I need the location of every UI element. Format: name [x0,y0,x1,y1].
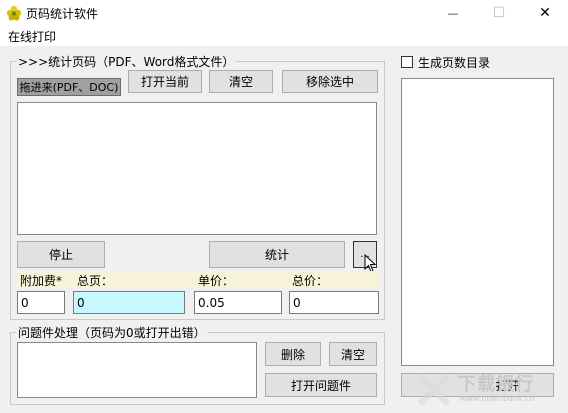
delete-button[interactable]: 删除 [265,342,321,366]
toc-list[interactable] [401,78,554,366]
maximize-icon: ☐ [492,5,506,21]
count-button[interactable]: 统计 [209,241,345,268]
file-list[interactable] [17,102,377,235]
toc-checkbox-label: 生成页数目录 [418,56,491,70]
total-pages-input[interactable] [73,291,185,314]
unit-price-label: 单价： [198,274,235,288]
total-price-input[interactable] [289,291,379,314]
clear-problems-button[interactable]: 清空 [329,342,377,366]
flower-app-icon [6,5,22,21]
menu-online-print[interactable]: 在线打印 [8,28,56,45]
watermark-url: www.downbank.cn [460,394,535,403]
close-icon: ✕ [539,5,551,21]
watermark-logo-icon [417,373,451,407]
window-title: 页码统计软件 [26,7,99,21]
open-problem-button[interactable]: 打开问题件 [265,373,377,397]
surcharge-label: 附加费* [20,274,63,288]
open-current-button[interactable]: 打开当前 [128,70,202,93]
minimize-button[interactable]: — [430,0,476,26]
watermark-text: 下载银行 [458,374,534,395]
unit-price-input[interactable] [194,291,282,314]
problem-list[interactable] [17,342,257,398]
total-price-label: 总价： [292,274,329,288]
remove-selected-button[interactable]: 移除选中 [282,70,378,93]
stop-button[interactable]: 停止 [17,241,105,268]
total-pages-label: 总页： [77,274,114,288]
surcharge-input[interactable] [17,291,65,314]
minimize-icon: — [447,6,459,20]
stats-group-label: >>>统计页码（PDF、Word格式文件） [16,53,237,70]
maximize-button[interactable]: ☐ [476,0,522,26]
problem-group-label: 问题件处理（页码为0或打开出错） [16,324,208,341]
drag-drop-label[interactable]: 拖进来(PDF、DOC) [17,78,121,96]
clear-files-button[interactable]: 清空 [209,70,273,93]
toc-checkbox[interactable] [401,56,413,68]
menu-bar [0,26,568,46]
close-button[interactable]: ✕ [522,0,568,26]
